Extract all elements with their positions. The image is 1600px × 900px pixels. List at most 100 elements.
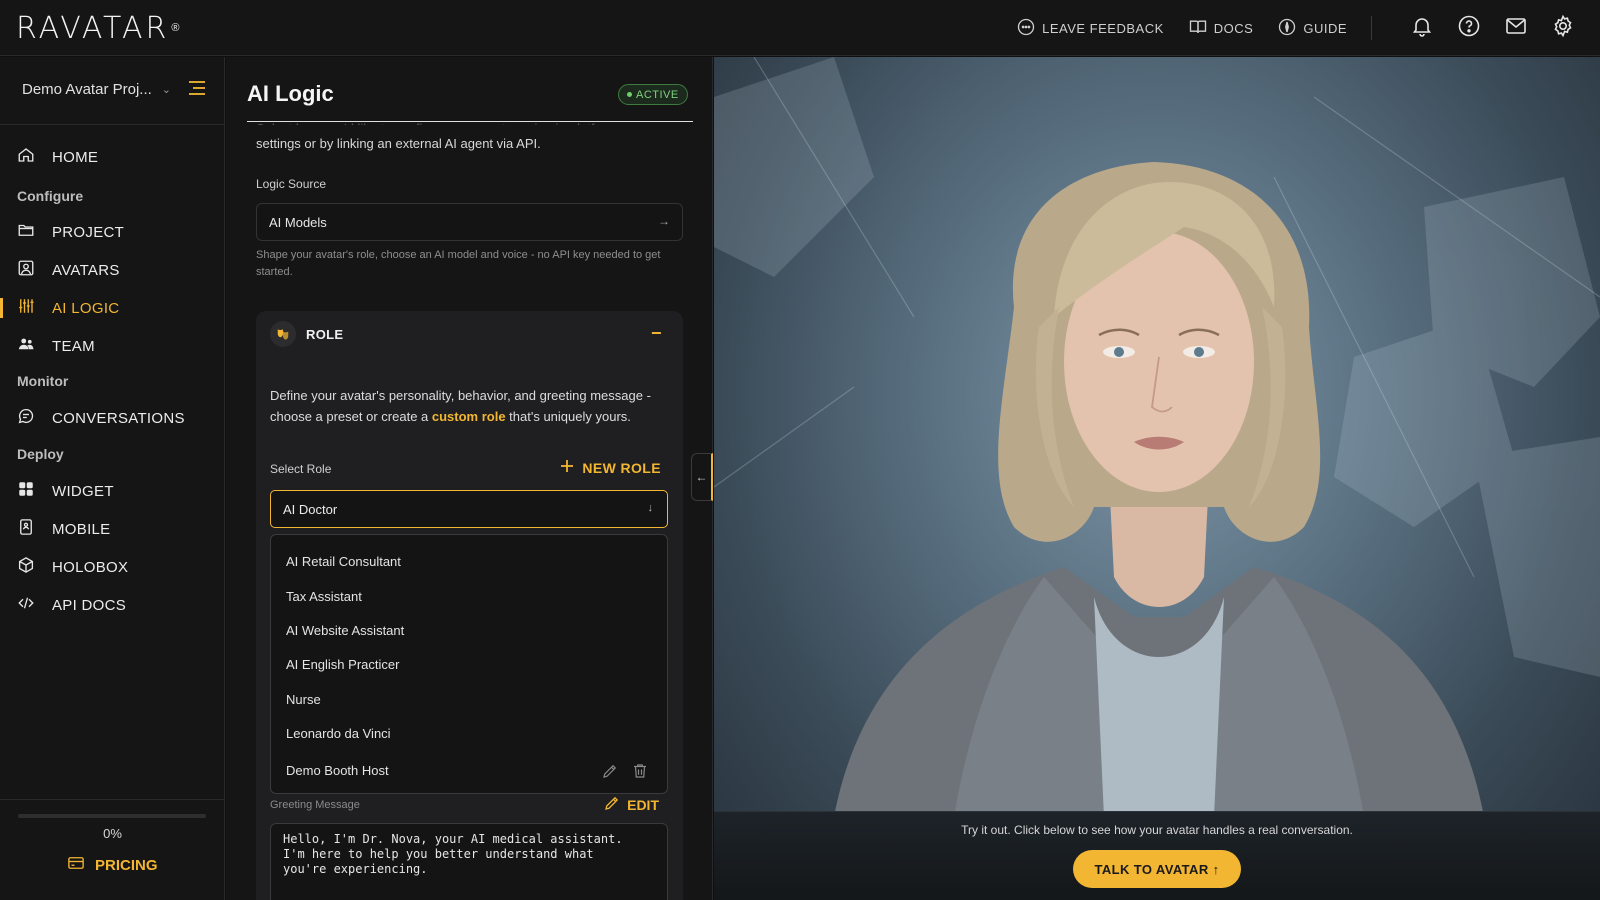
- role-dropdown-menu: AI Retail Consultant Tax Assistant AI We…: [270, 534, 668, 794]
- guide-link[interactable]: GUIDE: [1277, 17, 1347, 40]
- credit-card-icon: [67, 854, 85, 876]
- leave-feedback-label: LEAVE FEEDBACK: [1042, 20, 1164, 36]
- sidebar-item-label: HOME: [52, 148, 99, 166]
- top-actions: LEAVE FEEDBACK DOCS GUIDE: [992, 0, 1576, 56]
- sidebar-item-label: HOLOBOX: [52, 558, 129, 576]
- sidebar-item-conversations[interactable]: CONVERSATIONS: [0, 400, 225, 436]
- sidebar-item-label: MOBILE: [52, 520, 111, 538]
- logo-registered-mark: ®: [171, 22, 180, 34]
- section-monitor: Monitor: [17, 373, 69, 389]
- section-deploy: Deploy: [17, 446, 64, 462]
- sidebar-item-label: TEAM: [52, 337, 95, 355]
- dropdown-option[interactable]: Tax Assistant: [271, 579, 667, 613]
- status-badge-label: ACTIVE: [636, 88, 679, 101]
- chat-bubble-icon: [17, 407, 52, 429]
- sliders-icon: [17, 297, 52, 319]
- leave-feedback-link[interactable]: LEAVE FEEDBACK: [1016, 17, 1164, 40]
- avatar-portrait-icon: [17, 259, 52, 281]
- sidebar-item-holobox[interactable]: HOLOBOX: [0, 549, 225, 585]
- section-configure: Configure: [17, 188, 84, 204]
- top-bar: RAVATAR ® LEAVE FEEDBACK DOCS GUIDE: [0, 0, 1600, 56]
- option-label: AI English Practicer: [286, 656, 400, 672]
- role-section-title: ROLE: [306, 327, 344, 342]
- sidebar-item-api-docs[interactable]: API DOCS: [0, 587, 225, 623]
- sidebar-toggle-button[interactable]: [188, 79, 208, 99]
- edit-greeting-button[interactable]: EDIT: [603, 794, 659, 815]
- sidebar: Demo Avatar Proj... ⌄ HOME Configure PRO…: [0, 57, 225, 900]
- dropdown-option[interactable]: AI Website Assistant: [271, 613, 667, 647]
- plus-icon: [560, 459, 574, 476]
- logo-text: RAVATAR: [16, 10, 170, 46]
- mobile-icon: [17, 518, 52, 540]
- sidebar-item-team[interactable]: TEAM: [0, 328, 225, 364]
- pricing-button[interactable]: PRICING: [67, 854, 158, 876]
- sidebar-item-avatars[interactable]: AVATARS: [0, 252, 225, 288]
- sidebar-item-widget[interactable]: WIDGET: [0, 473, 225, 509]
- talk-to-avatar-button[interactable]: TALK TO AVATAR ↑: [1073, 850, 1241, 888]
- dropdown-option[interactable]: Leonardo da Vinci: [271, 716, 667, 750]
- role-description: Define your avatar's personality, behavi…: [270, 385, 660, 427]
- trash-icon[interactable]: [631, 762, 649, 783]
- sidebar-item-label: CONVERSATIONS: [52, 409, 185, 427]
- avatar-scene: [714, 57, 1600, 817]
- arrow-left-icon: ←: [695, 470, 708, 484]
- avatar-preview-stage: Try it out. Click below to see how your …: [714, 57, 1600, 900]
- home-icon: [17, 146, 52, 168]
- role-select[interactable]: AI Doctor ↓: [270, 490, 668, 528]
- help-button[interactable]: [1456, 15, 1482, 41]
- ravatar-logo[interactable]: RAVATAR ®: [16, 8, 180, 48]
- sidebar-item-label: PROJECT: [52, 223, 125, 241]
- bell-icon: [1410, 14, 1434, 43]
- sidebar-item-mobile[interactable]: MOBILE: [0, 511, 225, 547]
- pencil-icon[interactable]: [601, 762, 619, 783]
- arrow-right-icon: →: [658, 214, 670, 228]
- team-icon: [17, 335, 52, 357]
- sidebar-item-label: AI LOGIC: [52, 299, 120, 317]
- dropdown-option[interactable]: AI English Practicer: [271, 647, 667, 681]
- project-name: Demo Avatar Proj...: [22, 80, 152, 98]
- ai-logic-panel: AI Logic ACTIVE Select how you'd like to…: [226, 57, 713, 900]
- option-label: Leonardo da Vinci: [286, 725, 391, 741]
- new-role-label: NEW ROLE: [582, 459, 661, 476]
- gear-icon: [1551, 14, 1575, 43]
- folder-icon: [17, 221, 52, 243]
- docs-link[interactable]: DOCS: [1188, 17, 1254, 40]
- dropdown-option-custom[interactable]: Demo Booth Host: [271, 753, 667, 787]
- sidebar-item-project[interactable]: PROJECT: [0, 214, 225, 250]
- greeting-message-textarea[interactable]: Hello, I'm Dr. Nova, your AI medical ass…: [270, 823, 668, 900]
- page-title: AI Logic: [247, 81, 334, 106]
- collapse-role-button[interactable]: −: [651, 323, 667, 343]
- custom-role-link[interactable]: custom role: [432, 409, 506, 424]
- feedback-icon: [1016, 17, 1036, 40]
- messages-button[interactable]: [1503, 15, 1529, 41]
- project-selector[interactable]: Demo Avatar Proj... ⌄: [22, 77, 177, 101]
- stage-footer: Try it out. Click below to see how your …: [714, 811, 1600, 900]
- role-theater-icon: [270, 321, 296, 347]
- menu-icon: [188, 81, 206, 101]
- description-scrolled-line: Select how you'd like to configure your …: [256, 119, 676, 125]
- book-icon: [1188, 17, 1208, 40]
- notifications-button[interactable]: [1409, 15, 1435, 41]
- collapse-panel-button[interactable]: ←: [691, 453, 713, 501]
- sidebar-item-label: API DOCS: [52, 596, 127, 614]
- dropdown-option[interactable]: AI Retail Consultant: [271, 544, 667, 578]
- dropdown-option[interactable]: Nurse: [271, 682, 667, 716]
- pricing-label: PRICING: [95, 856, 158, 874]
- top-divider: [1371, 16, 1372, 40]
- option-label: AI Website Assistant: [286, 622, 405, 638]
- role-card: ROLE − Define your avatar's personality,…: [256, 311, 683, 900]
- logic-source-helper: Shape your avatar's role, choose an AI m…: [256, 249, 661, 278]
- mail-icon: [1504, 14, 1528, 43]
- option-actions: [601, 762, 649, 783]
- sidebar-item-home[interactable]: HOME: [0, 139, 225, 175]
- logic-source-select[interactable]: AI Models →: [256, 203, 683, 241]
- docs-label: DOCS: [1213, 20, 1254, 36]
- chevron-down-icon: ⌄: [161, 83, 171, 96]
- greeting-message-label: Greeting Message: [270, 799, 360, 811]
- new-role-button[interactable]: NEW ROLE: [560, 459, 661, 476]
- option-label: Demo Booth Host: [286, 762, 389, 778]
- sidebar-item-ai-logic[interactable]: AI LOGIC: [0, 290, 225, 326]
- status-badge: ACTIVE: [618, 84, 688, 105]
- sidebar-divider: [0, 124, 225, 125]
- settings-button[interactable]: [1550, 14, 1576, 43]
